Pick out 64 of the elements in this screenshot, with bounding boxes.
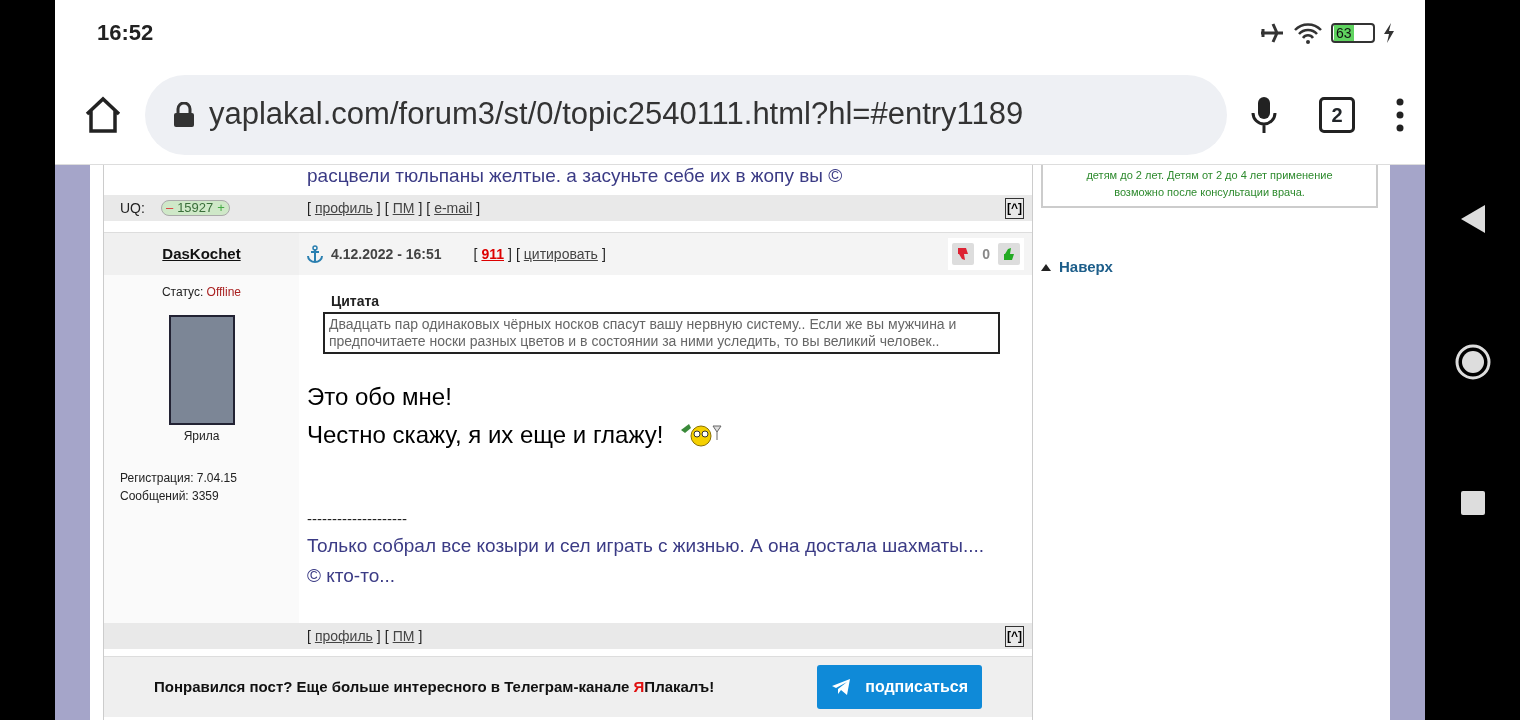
user-status: Статус: Offline xyxy=(160,284,243,301)
bracket: [ xyxy=(384,198,389,218)
signature-divider: -------------------- xyxy=(307,509,408,529)
text-link[interactable]: ПМ xyxy=(392,197,415,219)
signature-text: Только собрал все козыри и сел играть с жизнью. А она достала шахматы.... xyxy=(307,533,986,558)
lock-icon xyxy=(173,101,195,128)
post-text: Честно скажу, я их еще и глажу! xyxy=(307,420,664,450)
bracket: [ xyxy=(384,626,389,646)
text-link[interactable]: профиль xyxy=(314,197,373,219)
bracket: [ xyxy=(515,244,520,264)
paper-plane-icon xyxy=(831,678,852,696)
bracket: ] xyxy=(418,198,423,218)
battery-indicator: 63 xyxy=(1331,22,1375,43)
address-bar[interactable]: yaplakal.com/forum3/st/0/topic2540111.html?hl=#entry1189 xyxy=(145,74,1227,155)
recents-icon[interactable] xyxy=(1460,490,1485,515)
wifi-icon xyxy=(1293,21,1323,44)
home-circle-icon[interactable] xyxy=(1454,344,1491,380)
bracket: ] xyxy=(508,244,512,264)
airplane-icon xyxy=(1259,21,1285,44)
banner-text: Понравился пост? Еще больше интересного в Телеграм-канале ЯПлакалъ! xyxy=(154,676,715,697)
subscribe-button[interactable]: подписаться xyxy=(817,665,982,709)
bracket: [ xyxy=(307,198,311,218)
post-number-link[interactable]: 911 xyxy=(481,243,504,265)
menu-icon[interactable] xyxy=(1395,97,1405,132)
bracket: ] xyxy=(601,244,606,264)
text-link[interactable]: профиль xyxy=(314,625,373,647)
bracket: ] xyxy=(376,626,381,646)
bracket: ] xyxy=(418,626,423,646)
post-text: Это обо мне! xyxy=(307,382,452,412)
tab-count[interactable]: 2 xyxy=(1319,96,1355,133)
rating-count: 0 xyxy=(982,244,990,264)
top-link[interactable]: [^] xyxy=(1005,625,1024,647)
smiley-icon xyxy=(679,422,724,448)
charging-icon xyxy=(1383,22,1395,43)
rating-meter: – 15927 + xyxy=(160,200,230,216)
registration-date: Регистрация: 7.04.15 xyxy=(120,470,238,487)
post-date: 4.12.2022 - 16:51 xyxy=(331,244,442,264)
text-link[interactable]: цитировать xyxy=(523,243,598,265)
triangle-up-icon xyxy=(1041,263,1051,271)
thumbs-down-icon[interactable] xyxy=(952,243,975,265)
back-icon[interactable] xyxy=(1460,205,1485,234)
back-to-top-link[interactable]: Наверх xyxy=(1041,256,1378,279)
quote-text: Двадцать пар одинаковых чёрных носков спасут вашу нервную систему.. Если же вы мужчина и предпочитаете носки разных цветов и в состоянии за ними уследить, то вы великий человек.. xyxy=(323,312,1000,354)
anchor-icon xyxy=(307,245,323,263)
top-link[interactable]: [^] xyxy=(1005,197,1024,219)
bracket: [ xyxy=(307,626,311,646)
home-icon[interactable] xyxy=(83,95,123,134)
clock-time: 16:52 xyxy=(97,19,154,47)
signature-text: © кто-то... xyxy=(307,563,397,588)
avatar-caption: Ярила xyxy=(182,428,221,445)
signature-text: расцвели тюльпаны желтые. а засуньте себе их в жопу вы © xyxy=(306,165,844,188)
microphone-icon[interactable] xyxy=(1249,94,1279,135)
text-link[interactable]: ПМ xyxy=(392,625,415,647)
bracket: ] xyxy=(476,198,481,218)
uq-label: UQ: xyxy=(120,198,145,218)
message-count: Сообщений: 3359 xyxy=(120,488,220,505)
bracket: [ xyxy=(473,244,478,264)
thumbs-up-icon[interactable] xyxy=(998,243,1020,265)
text-link[interactable]: e-mail xyxy=(434,197,473,219)
bracket: [ xyxy=(426,198,431,218)
ad-disclaimer: детям до 2 лет. Детям от 2 до 4 лет применение возможно после консультации врача. xyxy=(1041,165,1378,208)
author-link[interactable]: DasKochet xyxy=(162,244,241,262)
quote-title: Цитата xyxy=(331,292,381,311)
bracket: ] xyxy=(376,198,381,218)
